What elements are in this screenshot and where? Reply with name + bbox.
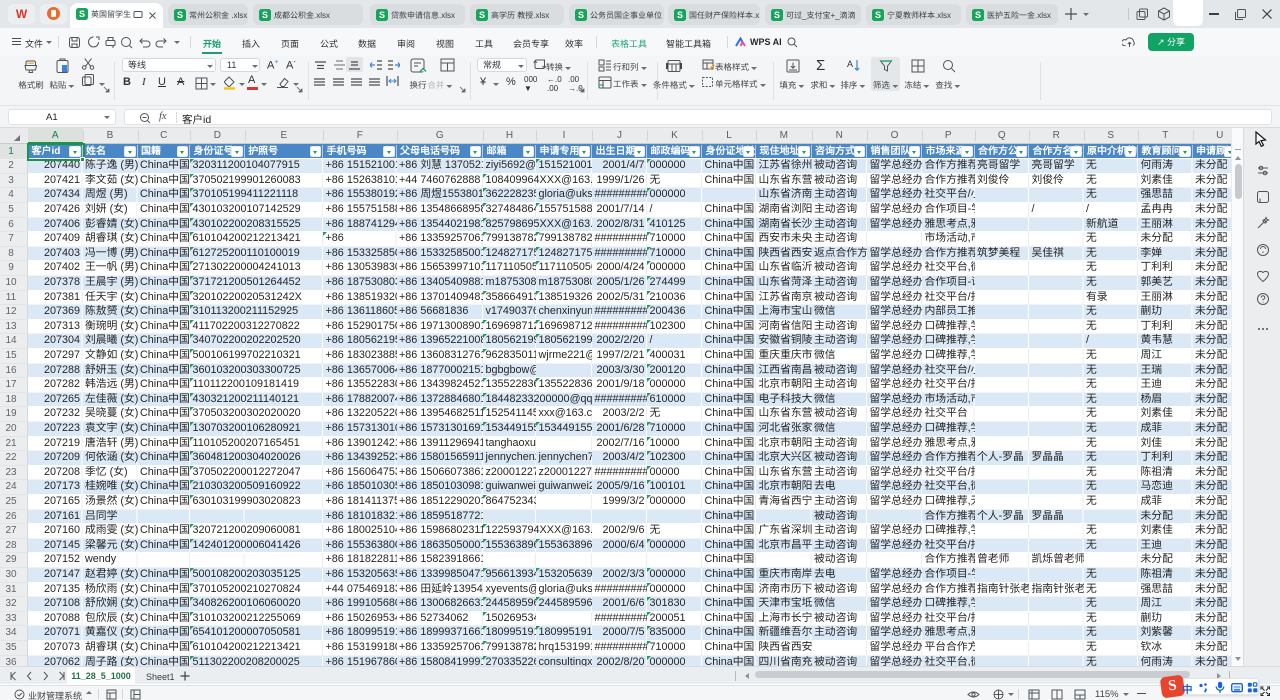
svg-text:A: A [847,59,853,69]
